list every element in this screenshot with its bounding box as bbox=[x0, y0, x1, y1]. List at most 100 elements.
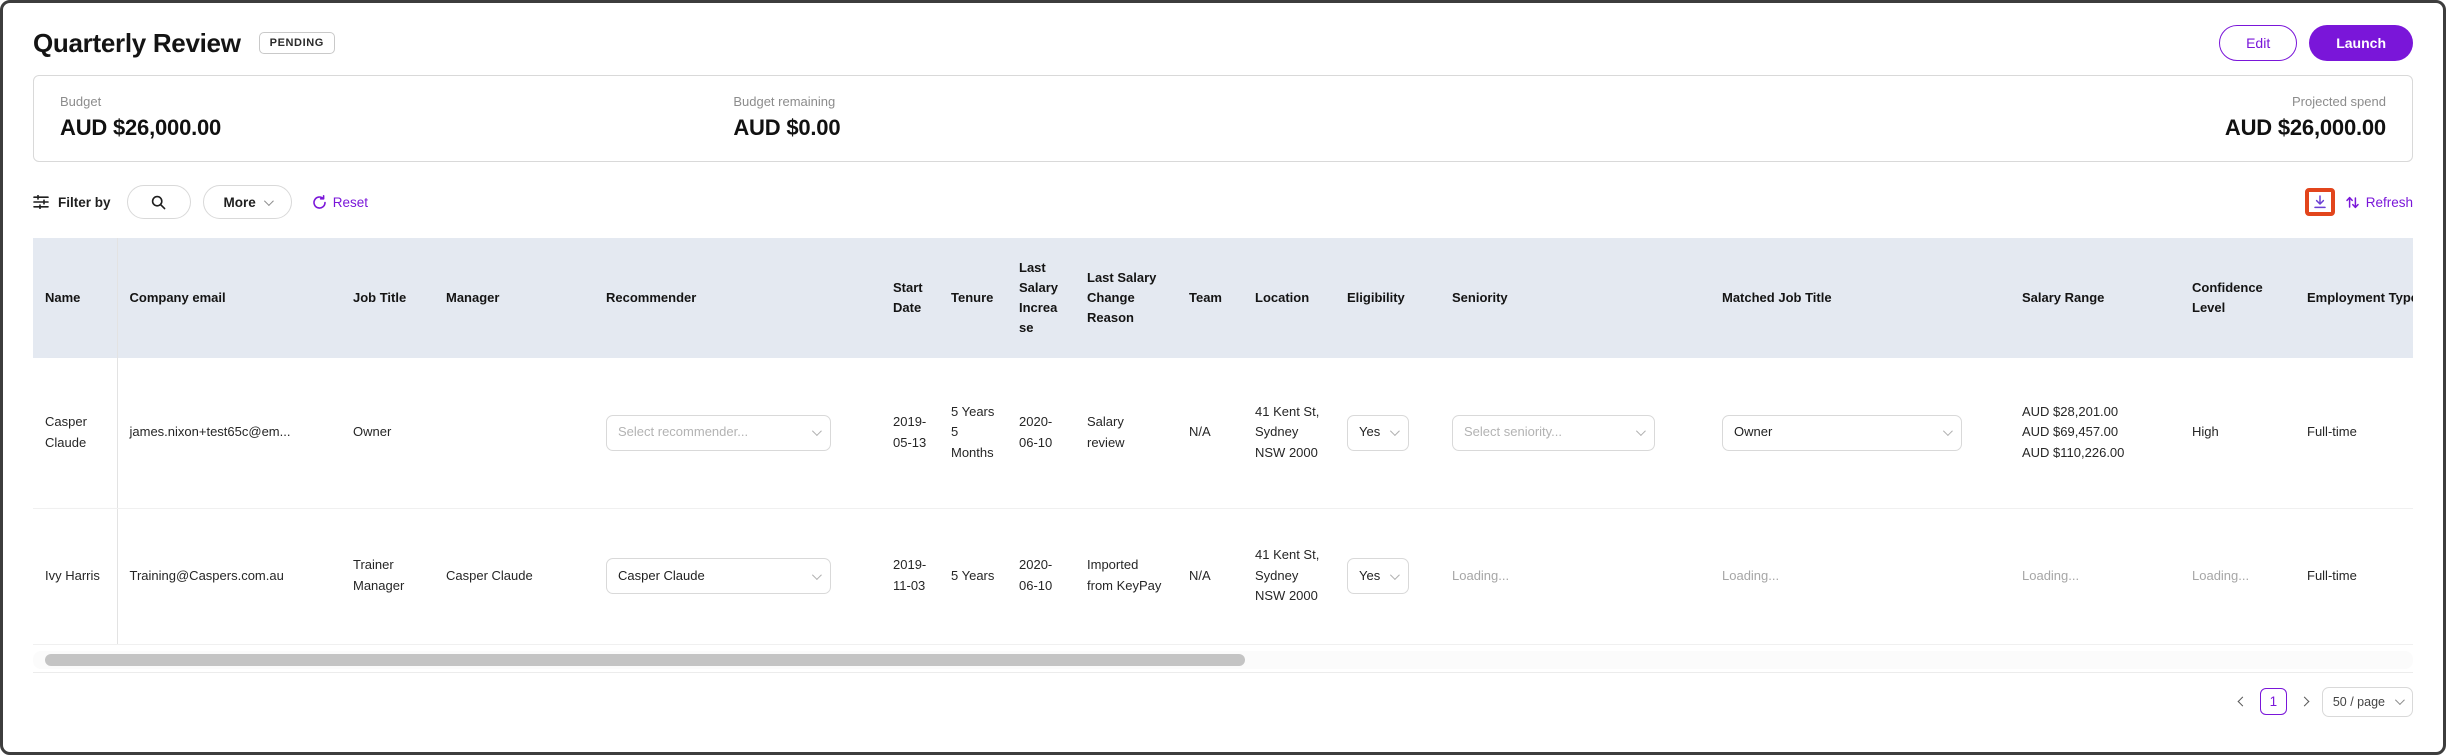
filter-by-label: Filter by bbox=[58, 195, 111, 210]
header-seniority: Seniority bbox=[1440, 238, 1710, 358]
cell-last-salary-change-reason: Imported from KeyPay bbox=[1075, 508, 1177, 644]
search-button[interactable] bbox=[127, 185, 191, 219]
seniority-select-placeholder: Select seniority... bbox=[1464, 422, 1562, 443]
recommender-select-value: Casper Claude bbox=[618, 566, 705, 587]
cell-last-salary-change-reason: Salary review bbox=[1075, 358, 1177, 508]
cell-matched-job-title: Loading... bbox=[1710, 508, 2010, 644]
sync-arrows-icon bbox=[2345, 195, 2360, 210]
header-job-title: Job Title bbox=[341, 238, 434, 358]
cell-eligibility: Yes bbox=[1335, 358, 1440, 508]
budget-remaining: Budget remaining AUD $0.00 bbox=[733, 94, 840, 141]
cell-start-date: 2019-11-03 bbox=[881, 508, 939, 644]
next-page-button[interactable] bbox=[2297, 694, 2312, 709]
cell-confidence-level: Loading... bbox=[2180, 508, 2295, 644]
header-confidence-level: Confidence Level bbox=[2180, 238, 2295, 358]
projected-spend: Projected spend AUD $26,000.00 bbox=[2225, 94, 2386, 141]
table-row: Ivy Harris Training@Caspers.com.au Train… bbox=[33, 508, 2413, 644]
budget-total: Budget AUD $26,000.00 bbox=[60, 94, 221, 141]
horizontal-scrollbar-thumb[interactable] bbox=[45, 654, 1245, 666]
chevron-down-icon bbox=[812, 570, 822, 580]
chevron-down-icon bbox=[264, 196, 274, 206]
status-badge: PENDING bbox=[259, 32, 335, 54]
salary-range-mid: AUD $69,457.00 bbox=[2022, 422, 2168, 443]
pagination: 1 50 / page bbox=[33, 687, 2413, 717]
header-last-salary-change-reason: Last Salary Change Reason bbox=[1075, 238, 1177, 358]
reset-link-label: Reset bbox=[333, 195, 368, 210]
seniority-select[interactable]: Select seniority... bbox=[1452, 415, 1655, 451]
salary-range-max: AUD $110,226.00 bbox=[2022, 443, 2168, 464]
eligibility-select-value: Yes bbox=[1359, 566, 1380, 587]
cell-recommender: Casper Claude bbox=[594, 508, 881, 644]
cell-start-date: 2019-05-13 bbox=[881, 358, 939, 508]
cell-location: 41 Kent St, Sydney NSW 2000 bbox=[1243, 358, 1335, 508]
current-page-button[interactable]: 1 bbox=[2260, 688, 2287, 715]
budget-remaining-label: Budget remaining bbox=[733, 94, 840, 109]
cell-last-salary-increase: 2020-06-10 bbox=[1007, 508, 1075, 644]
recommender-select[interactable]: Casper Claude bbox=[606, 558, 831, 594]
salary-range-min: AUD $28,201.00 bbox=[2022, 402, 2168, 423]
download-button[interactable] bbox=[2312, 194, 2328, 210]
chevron-left-icon bbox=[2237, 697, 2247, 707]
cell-company-email: Training@Caspers.com.au bbox=[117, 508, 341, 644]
edit-button[interactable]: Edit bbox=[2219, 25, 2297, 61]
chevron-down-icon bbox=[2395, 695, 2405, 705]
chevron-right-icon bbox=[2299, 697, 2309, 707]
cell-recommender: Select recommender... bbox=[594, 358, 881, 508]
more-filters-button[interactable]: More bbox=[203, 185, 292, 219]
filter-sliders-icon bbox=[33, 195, 49, 209]
cell-seniority: Select seniority... bbox=[1440, 358, 1710, 508]
refresh-link[interactable]: Refresh bbox=[2345, 195, 2413, 210]
header-last-salary-increase: Last Salary Increase bbox=[1007, 238, 1075, 358]
header-location: Location bbox=[1243, 238, 1335, 358]
header-recommender: Recommender bbox=[594, 238, 881, 358]
cell-manager: Casper Claude bbox=[434, 508, 594, 644]
eligibility-select-value: Yes bbox=[1359, 422, 1380, 443]
employees-table: Name Company email Job Title Manager Rec… bbox=[33, 238, 2413, 645]
cell-tenure: 5 Years 5 Months bbox=[939, 358, 1007, 508]
eligibility-select[interactable]: Yes bbox=[1347, 558, 1409, 594]
cell-eligibility: Yes bbox=[1335, 508, 1440, 644]
page-size-select-value: 50 / page bbox=[2333, 695, 2385, 709]
filter-by-group: Filter by bbox=[33, 195, 111, 210]
budget-total-value: AUD $26,000.00 bbox=[60, 115, 221, 141]
table-header-row: Name Company email Job Title Manager Rec… bbox=[33, 238, 2413, 358]
cell-location: 41 Kent St, Sydney NSW 2000 bbox=[1243, 508, 1335, 644]
cell-company-email: james.nixon+test65c@em... bbox=[117, 358, 341, 508]
cell-name: Ivy Harris bbox=[33, 508, 117, 644]
projected-spend-value: AUD $26,000.00 bbox=[2225, 115, 2386, 141]
cell-tenure: 5 Years bbox=[939, 508, 1007, 644]
cell-job-title: Owner bbox=[341, 358, 434, 508]
annotation-highlight-box bbox=[2305, 188, 2335, 216]
page-title: Quarterly Review bbox=[33, 28, 241, 59]
refresh-link-label: Refresh bbox=[2366, 195, 2413, 210]
cell-job-title: Trainer Manager bbox=[341, 508, 434, 644]
header-matched-job-title: Matched Job Title bbox=[1710, 238, 2010, 358]
chevron-down-icon bbox=[1943, 426, 1953, 436]
launch-button[interactable]: Launch bbox=[2309, 25, 2413, 61]
page-header: Quarterly Review PENDING Edit Launch bbox=[33, 25, 2413, 61]
chevron-down-icon bbox=[1390, 426, 1400, 436]
cell-last-salary-increase: 2020-06-10 bbox=[1007, 358, 1075, 508]
projected-spend-label: Projected spend bbox=[2225, 94, 2386, 109]
cell-team: N/A bbox=[1177, 358, 1243, 508]
header-team: Team bbox=[1177, 238, 1243, 358]
cell-salary-range: AUD $28,201.00 AUD $69,457.00 AUD $110,2… bbox=[2010, 358, 2180, 508]
matched-job-title-select[interactable]: Owner bbox=[1722, 415, 1962, 451]
cell-matched-job-title: Owner bbox=[1710, 358, 2010, 508]
header-salary-range: Salary Range bbox=[2010, 238, 2180, 358]
page-size-select[interactable]: 50 / page bbox=[2322, 687, 2413, 717]
header-eligibility: Eligibility bbox=[1335, 238, 1440, 358]
reset-filters-link[interactable]: Reset bbox=[312, 195, 368, 210]
chevron-down-icon bbox=[1636, 426, 1646, 436]
previous-page-button[interactable] bbox=[2235, 694, 2250, 709]
table-row: Casper Claude james.nixon+test65c@em... … bbox=[33, 358, 2413, 508]
cell-salary-range: Loading... bbox=[2010, 508, 2180, 644]
budget-remaining-value: AUD $0.00 bbox=[733, 115, 840, 141]
chevron-down-icon bbox=[1390, 570, 1400, 580]
eligibility-select[interactable]: Yes bbox=[1347, 415, 1409, 451]
header-name: Name bbox=[33, 238, 117, 358]
recommender-select[interactable]: Select recommender... bbox=[606, 415, 831, 451]
header-manager: Manager bbox=[434, 238, 594, 358]
cell-confidence-level: High bbox=[2180, 358, 2295, 508]
header-company-email: Company email bbox=[117, 238, 341, 358]
